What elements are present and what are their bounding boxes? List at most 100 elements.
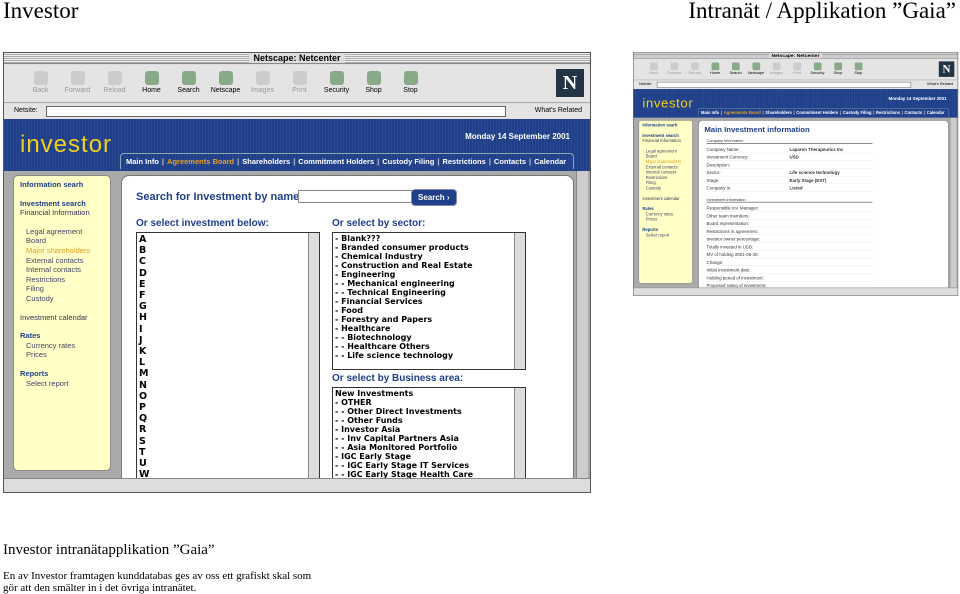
list-item[interactable]: - - Life science technology: [335, 351, 523, 360]
nav-shareholders[interactable]: Shareholders: [242, 157, 290, 166]
search-input[interactable]: [298, 190, 416, 203]
list-item[interactable]: - Blank???: [335, 234, 523, 243]
toolbar-home-button[interactable]: Home: [135, 65, 168, 102]
nav-contacts[interactable]: Contacts: [904, 110, 922, 115]
toolbar-shop-button[interactable]: Shop: [357, 65, 390, 102]
list-item[interactable]: T: [139, 447, 317, 458]
sidebar-item[interactable]: Select report: [642, 233, 688, 238]
list-item[interactable]: G: [139, 301, 317, 312]
list-item[interactable]: - Branded consumer products: [335, 243, 523, 252]
list-item[interactable]: - - IGC Early Stage IT Services: [335, 461, 523, 470]
list-scrollbar[interactable]: [308, 233, 319, 480]
list-item[interactable]: New Investments: [335, 389, 523, 398]
investment-letter-list[interactable]: ABCDEFGHIJKLMNOPQRSTUW: [136, 232, 320, 480]
sidebar-info-search[interactable]: Information searh: [20, 180, 104, 190]
sidebar-item[interactable]: Filing: [20, 284, 104, 294]
list-item[interactable]: A: [139, 234, 317, 245]
list-item[interactable]: - Engineering: [335, 270, 523, 279]
sidebar-financial-information[interactable]: Financial Information: [20, 208, 104, 218]
sidebar-item[interactable]: Internal contacts: [20, 265, 104, 275]
toolbar-netscape-button[interactable]: Netscape: [209, 65, 242, 102]
list-item[interactable]: - - Biotechnology: [335, 333, 523, 342]
nav-commitment-holders[interactable]: Commitment Holders: [298, 157, 374, 166]
list-item[interactable]: R: [139, 424, 317, 435]
toolbar-shop-button[interactable]: Shop: [829, 59, 847, 79]
sidebar-item[interactable]: Custody: [20, 294, 104, 304]
toolbar-reload-button[interactable]: Reload: [686, 59, 704, 79]
nav-main-info[interactable]: Main Info: [701, 110, 719, 115]
toolbar-security-button[interactable]: Security: [808, 59, 826, 79]
list-scrollbar[interactable]: [514, 233, 525, 369]
whats-related-button[interactable]: What's Related: [927, 82, 953, 86]
nav-agreements-board[interactable]: Agreements Board: [167, 157, 234, 166]
list-item[interactable]: J: [139, 335, 317, 346]
toolbar-security-button[interactable]: Security: [320, 65, 353, 102]
toolbar-forward-button[interactable]: Forward: [61, 65, 94, 102]
toolbar-back-button[interactable]: Back: [24, 65, 57, 102]
list-item[interactable]: - Construction and Real Estate: [335, 261, 523, 270]
url-input[interactable]: [656, 81, 912, 88]
list-item[interactable]: O: [139, 391, 317, 402]
list-item[interactable]: - - Healthcare Others: [335, 342, 523, 351]
toolbar-forward-button[interactable]: Forward: [665, 59, 683, 79]
sidebar-item[interactable]: Select report: [20, 379, 104, 389]
nav-calendar[interactable]: Calendar: [927, 110, 945, 115]
sidebar-item[interactable]: External contacts: [20, 256, 104, 266]
nav-custody-filing[interactable]: Custody Filing: [843, 110, 872, 115]
list-item[interactable]: - Food: [335, 306, 523, 315]
list-item[interactable]: Q: [139, 413, 317, 424]
business-area-list[interactable]: New Investments - OTHER - - Other Direct …: [332, 387, 526, 480]
toolbar-reload-button[interactable]: Reload: [98, 65, 131, 102]
list-item[interactable]: B: [139, 245, 317, 256]
list-item[interactable]: S: [139, 436, 317, 447]
list-item[interactable]: - - Inv Capital Partners Asia: [335, 434, 523, 443]
toolbar-search-button[interactable]: Search: [726, 59, 744, 79]
toolbar-netscape-button[interactable]: Netscape: [747, 59, 765, 79]
list-item[interactable]: I: [139, 324, 317, 335]
list-item[interactable]: - OTHER: [335, 398, 523, 407]
sector-list[interactable]: - Blank??? - Branded consumer products - C…: [332, 232, 526, 370]
list-item[interactable]: - Healthcare: [335, 324, 523, 333]
sidebar-item[interactable]: Prices: [20, 350, 104, 360]
nav-custody-filing[interactable]: Custody Filing: [382, 157, 434, 166]
list-item[interactable]: N: [139, 380, 317, 391]
list-item[interactable]: - - Asia Monitored Portfolio: [335, 443, 523, 452]
url-input[interactable]: [46, 106, 506, 117]
list-item[interactable]: - Investor Asia: [335, 425, 523, 434]
page-scrollbar[interactable]: [949, 117, 957, 288]
list-item[interactable]: P: [139, 402, 317, 413]
sidebar-investment-calendar[interactable]: Investment calendar: [20, 313, 104, 323]
nav-contacts[interactable]: Contacts: [494, 157, 526, 166]
list-item[interactable]: C: [139, 256, 317, 267]
sidebar-item[interactable]: Legal agreement: [20, 227, 104, 237]
list-item[interactable]: - Forestry and Papers: [335, 315, 523, 324]
nav-main-info[interactable]: Main Info: [126, 157, 159, 166]
sidebar-investment-search[interactable]: Investment search: [20, 199, 104, 209]
list-item[interactable]: F: [139, 290, 317, 301]
toolbar-stop-button[interactable]: Stop: [849, 59, 867, 79]
sidebar-item[interactable]: Board: [20, 236, 104, 246]
list-item[interactable]: - Chemical Industry: [335, 252, 523, 261]
sidebar-item[interactable]: Major shareholders: [20, 246, 104, 256]
sidebar-item[interactable]: Currency rates: [20, 341, 104, 351]
list-scrollbar[interactable]: [514, 388, 525, 480]
toolbar-search-button[interactable]: Search: [172, 65, 205, 102]
nav-commitment-holders[interactable]: Commitment Holders: [796, 110, 838, 115]
toolbar-print-button[interactable]: Print: [788, 59, 806, 79]
nav-restrictions[interactable]: Restrictions: [876, 110, 900, 115]
list-item[interactable]: - - Technical Engineering: [335, 288, 523, 297]
list-item[interactable]: U: [139, 458, 317, 469]
list-item[interactable]: H: [139, 312, 317, 323]
list-item[interactable]: E: [139, 279, 317, 290]
toolbar-print-button[interactable]: Print: [283, 65, 316, 102]
list-item[interactable]: M: [139, 368, 317, 379]
nav-agreements-board[interactable]: Agreements Board: [724, 110, 761, 115]
window-titlebar[interactable]: Netscape: Netcenter: [633, 52, 958, 59]
window-titlebar[interactable]: Netscape: Netcenter: [4, 53, 590, 64]
toolbar-back-button[interactable]: Back: [645, 59, 663, 79]
list-item[interactable]: K: [139, 346, 317, 357]
list-item[interactable]: - - Other Funds: [335, 416, 523, 425]
toolbar-images-button[interactable]: Images: [767, 59, 785, 79]
page-scrollbar[interactable]: [576, 171, 588, 478]
nav-restrictions[interactable]: Restrictions: [442, 157, 485, 166]
